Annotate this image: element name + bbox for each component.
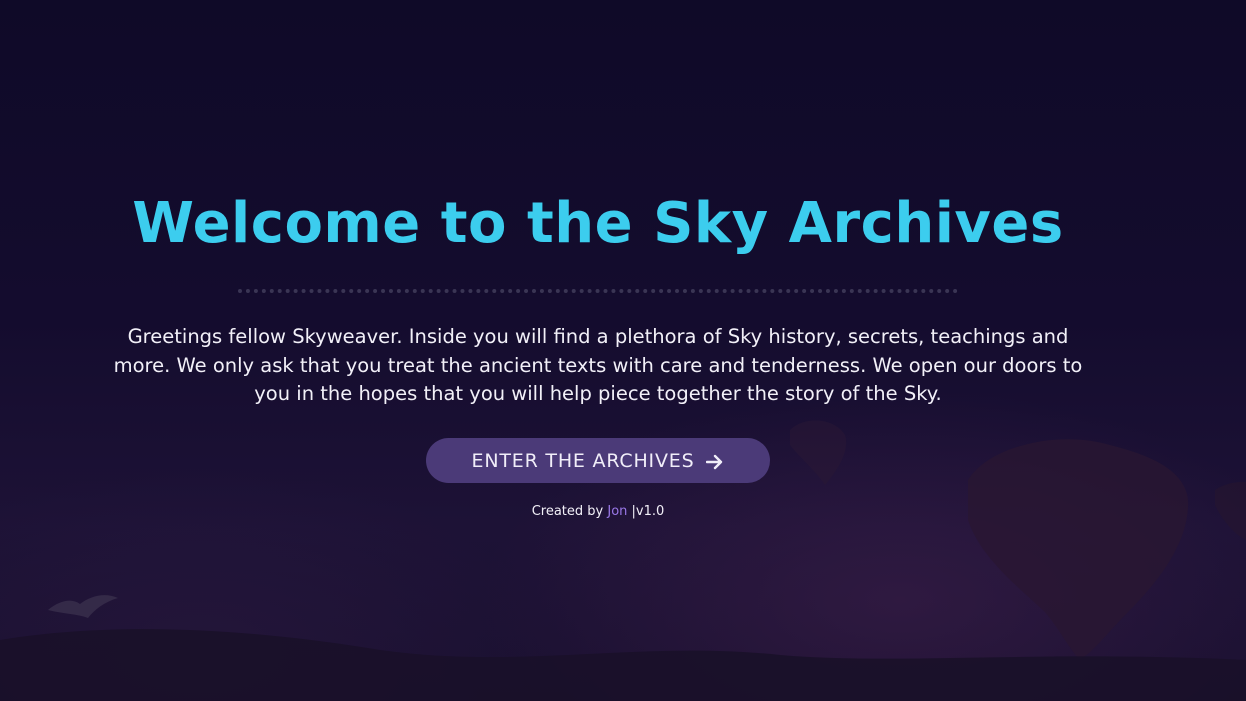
enter-archives-label: ENTER THE ARCHIVES: [471, 449, 695, 472]
page-title: Welcome to the Sky Archives: [132, 191, 1064, 256]
enter-archives-button[interactable]: ENTER THE ARCHIVES: [426, 438, 770, 483]
intro-paragraph: Greetings fellow Skyweaver. Inside you w…: [113, 325, 1083, 405]
dotted-divider: [238, 289, 958, 293]
version-label: v1.0: [635, 504, 665, 519]
author-link[interactable]: Jon: [607, 504, 627, 519]
credits-line: Created by Jon |v1.0: [0, 503, 1196, 521]
arrow-right-icon: [706, 453, 724, 469]
created-by-label: Created by: [531, 504, 604, 519]
landing-page: Welcome to the Sky Archives Greetings fe…: [0, 0, 1246, 701]
hero-section: Welcome to the Sky Archives Greetings fe…: [0, 0, 1246, 701]
